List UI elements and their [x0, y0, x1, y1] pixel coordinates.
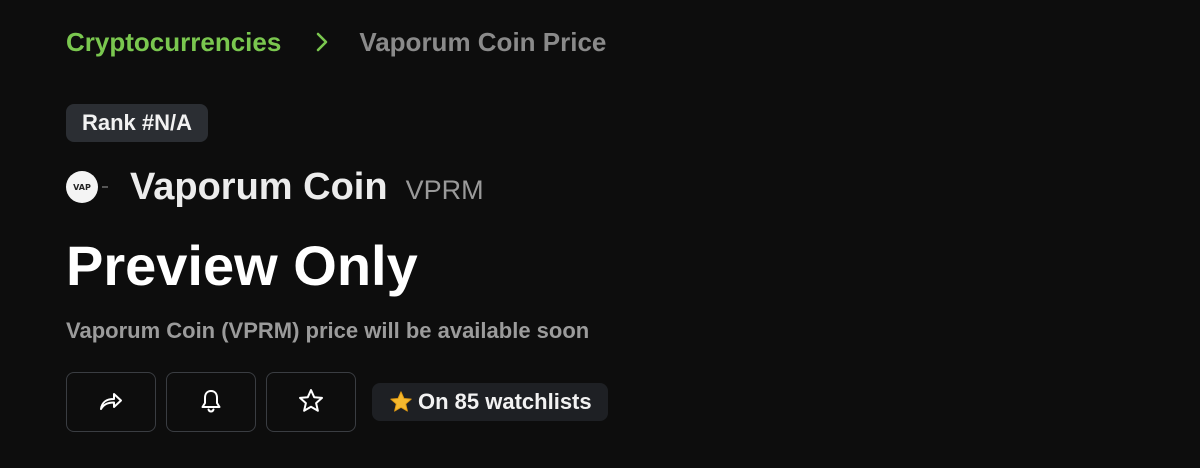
watchlist-count-badge: On 85 watchlists [372, 383, 608, 421]
coin-name: Vaporum Coin [130, 165, 388, 208]
breadcrumb-current: Vaporum Coin Price [359, 26, 607, 57]
rank-badge: Rank #N/A [66, 104, 209, 142]
price-headline: Preview Only [66, 234, 418, 297]
coin-logo-text: VAP [73, 182, 91, 192]
breadcrumb: Cryptocurrencies Vaporum Coin Price [66, 22, 606, 62]
chevron-right-icon [315, 31, 329, 53]
coin-logo-decoration [102, 186, 108, 188]
watchlist-count-label: On 85 watchlists [418, 389, 592, 414]
coin-logo: VAP [66, 171, 98, 203]
action-bar: On 85 watchlists [66, 372, 608, 432]
alert-button[interactable] [166, 372, 256, 432]
watchlist-button[interactable] [266, 372, 356, 432]
breadcrumb-link-cryptocurrencies[interactable]: Cryptocurrencies [66, 27, 281, 58]
star-outline-icon [297, 387, 325, 418]
rank-label: Rank #N/A [82, 110, 193, 135]
share-button[interactable] [66, 372, 156, 432]
share-arrow-icon [98, 390, 124, 415]
price-subtitle: Vaporum Coin (VPRM) price will be availa… [66, 318, 590, 343]
star-filled-icon [388, 389, 414, 415]
coin-symbol: VPRM [405, 174, 484, 205]
bell-icon [199, 388, 223, 417]
coin-header: VAP Vaporum Coin VPRM [66, 162, 484, 212]
